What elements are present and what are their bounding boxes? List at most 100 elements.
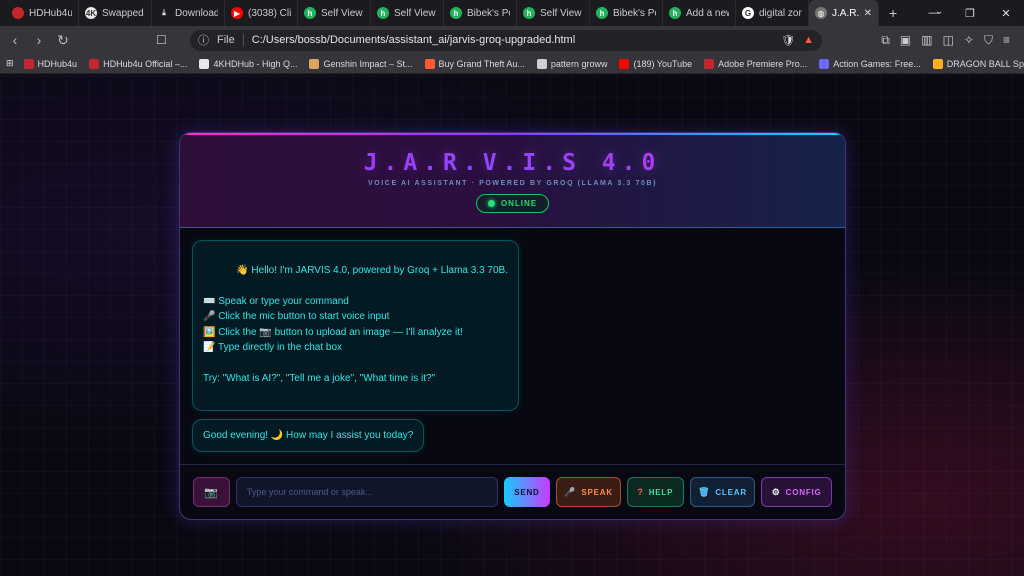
- bookmark-list: HDHub4u HDHub4u Official –... 4KHDHub - Hi…: [23, 58, 1024, 69]
- gear-icon: ⚙: [771, 486, 781, 497]
- welcome-line: ⌨️ Speak or type your command: [203, 295, 349, 307]
- tab-label: Self View: [321, 7, 363, 19]
- bookmark-favicon-icon: [704, 58, 715, 69]
- vpn-icon[interactable]: ⛉: [984, 33, 993, 48]
- bookmark-favicon-icon: [619, 58, 630, 69]
- status-dot-icon: [487, 200, 495, 207]
- address-bar[interactable]: ⓘ File C:/Users/bossb/Documents/assistan…: [190, 29, 822, 51]
- status-text: ONLINE: [500, 199, 538, 208]
- browser-tab[interactable]: ▶ (3038) Clin: [225, 0, 298, 26]
- scheme-label: File: [217, 34, 235, 46]
- assistant-message-greeting: Good evening! 🌙 How may I assist you tod…: [192, 419, 425, 452]
- app-title: J.A.R.V.I.S 4.0: [180, 133, 845, 176]
- bookmark-item[interactable]: (189) YouTube: [619, 58, 693, 69]
- jarvis-panel: J.A.R.V.I.S 4.0 VOICE AI ASSISTANT · POW…: [179, 132, 846, 520]
- panel-header: J.A.R.V.I.S 4.0 VOICE AI ASSISTANT · POW…: [180, 133, 845, 228]
- bookmark-label: (189) YouTube: [633, 58, 693, 69]
- info-icon[interactable]: ⓘ: [198, 32, 209, 48]
- tab-label: J.A.R.V: [832, 7, 859, 19]
- sidebar-icon[interactable]: ▥: [921, 33, 932, 48]
- bookmark-item[interactable]: Buy Grand Theft Au...: [424, 58, 525, 69]
- bookmark-star-icon[interactable]: ☐: [156, 33, 167, 47]
- command-input[interactable]: [235, 477, 498, 507]
- bookmark-item[interactable]: DRAGON BALL Spar...: [932, 58, 1024, 69]
- leo-ai-icon[interactable]: ✧: [964, 33, 974, 48]
- brave-rewards-icon[interactable]: ▲: [803, 34, 814, 46]
- bookmark-item[interactable]: HDHub4u Official –...: [89, 58, 188, 69]
- tab-favicon-icon: ⤓: [158, 7, 170, 19]
- tab-close-icon[interactable]: ✕: [864, 8, 872, 19]
- browser-tab[interactable]: h Bibek's Port: [444, 0, 517, 26]
- input-bar: 📷 SEND 🎤 SPEAK ? HELP 🗑 CLEAR ⚙ CONFIG: [180, 464, 845, 519]
- browser-tab[interactable]: h Add a new: [663, 0, 736, 26]
- speak-button[interactable]: 🎤 SPEAK: [556, 477, 621, 507]
- browser-tab[interactable]: 4K Swapped (2: [79, 0, 152, 26]
- screenshot-icon[interactable]: ▣: [900, 33, 911, 48]
- browser-tab[interactable]: HDHub4u (: [6, 0, 79, 26]
- bookmark-favicon-icon: [424, 58, 435, 69]
- brave-shield-icon[interactable]: 🛡: [781, 34, 795, 47]
- bookmark-item[interactable]: HDHub4u: [23, 58, 77, 69]
- bookmark-item[interactable]: 4KHDHub - High Q...: [199, 58, 298, 69]
- clear-label: CLEAR: [715, 487, 747, 497]
- browser-tab[interactable]: h Self View: [298, 0, 371, 26]
- welcome-line: 📝 Type directly in the chat box: [203, 342, 343, 353]
- reload-icon[interactable]: ↻: [54, 32, 72, 49]
- bookmark-favicon-icon: [819, 58, 830, 69]
- bookmark-label: DRAGON BALL Spar...: [946, 58, 1024, 69]
- app-subtitle: VOICE AI ASSISTANT · POWERED BY GROQ (LL…: [367, 180, 658, 187]
- browser-tab[interactable]: h Self View: [517, 0, 590, 26]
- bookmark-item[interactable]: Action Games: Free...: [819, 58, 921, 69]
- bookmark-item[interactable]: pattern groww: [536, 58, 608, 69]
- tab-active[interactable]: ◍ J.A.R.V ✕: [809, 0, 879, 26]
- minimize-button[interactable]: —: [916, 7, 952, 19]
- bookmark-item[interactable]: Genshin Impact – St...: [309, 58, 413, 69]
- back-icon[interactable]: ‹: [6, 32, 24, 48]
- tab-label: Bibek's Por: [613, 7, 656, 19]
- welcome-greeting: 👋 Hello! I'm JARVIS 4.0, powered by Groq…: [236, 265, 508, 276]
- window-controls: — ❐ ✕: [916, 0, 1024, 26]
- extensions-icon[interactable]: ⧉: [881, 33, 890, 48]
- tab-strip: HDHub4u (4K Swapped (2 ⤓ Downloads ▶ (3038) C…: [6, 0, 809, 26]
- assistant-message-welcome: 👋 Hello! I'm JARVIS 4.0, powered by Groq…: [192, 240, 519, 411]
- tab-label: Downloads: [175, 7, 218, 19]
- chat-area[interactable]: 👋 Hello! I'm JARVIS 4.0, powered by Groq…: [180, 228, 845, 466]
- url-text[interactable]: C:/Users/bossb/Documents/assistant_ai/ja…: [252, 34, 575, 46]
- bookmark-label: pattern groww: [550, 58, 608, 69]
- browser-tab[interactable]: ⤓ Downloads: [152, 0, 225, 26]
- page-viewport: J.A.R.V.I.S 4.0 VOICE AI ASSISTANT · POW…: [0, 75, 1024, 576]
- clear-button[interactable]: 🗑 CLEAR: [689, 477, 756, 507]
- apps-icon[interactable]: ⊞: [6, 58, 14, 69]
- tab-favicon-icon: h: [450, 7, 462, 19]
- tab-label: Bibek's Port: [467, 7, 510, 19]
- new-tab-button[interactable]: +: [879, 5, 907, 21]
- browser-tab[interactable]: h Self View: [371, 0, 444, 26]
- tab-label: Self View: [540, 7, 582, 19]
- tab-label: Self View: [394, 7, 436, 19]
- url-divider: [242, 34, 244, 46]
- tab-favicon-icon: h: [377, 7, 389, 19]
- close-window-button[interactable]: ✕: [988, 7, 1024, 20]
- image-upload-button[interactable]: 📷: [193, 477, 230, 507]
- question-icon: ?: [637, 487, 644, 497]
- bookmark-favicon-icon: [23, 58, 34, 69]
- wallet-icon[interactable]: ◫: [943, 33, 954, 48]
- welcome-line: 🎤 Click the mic button to start voice in…: [203, 311, 390, 322]
- send-button[interactable]: SEND: [503, 477, 551, 507]
- tab-favicon-icon: h: [596, 7, 608, 19]
- bookmark-item[interactable]: Adobe Premiere Pro...: [704, 58, 807, 69]
- browser-tab[interactable]: h Bibek's Por: [590, 0, 663, 26]
- bookmark-label: Buy Grand Theft Au...: [438, 58, 525, 69]
- help-button[interactable]: ? HELP: [626, 477, 684, 507]
- bookmark-label: 4KHDHub - High Q...: [213, 58, 298, 69]
- welcome-try-hint: Try: "What is AI?", "Tell me a joke", "W…: [203, 372, 436, 384]
- bookmark-label: HDHub4u Official –...: [103, 58, 188, 69]
- forward-icon[interactable]: ›: [30, 32, 48, 48]
- browser-tab[interactable]: Gdigital zone: [736, 0, 809, 26]
- menu-icon[interactable]: ≡: [1003, 33, 1010, 48]
- config-button[interactable]: ⚙ CONFIG: [761, 477, 832, 507]
- welcome-line: 🖼️ Click the 📷 button to upload an image…: [203, 326, 463, 338]
- toolbar-actions: ⧉ ▣ ▥ ◫ ✧ ⛉ ≡: [881, 33, 1018, 48]
- maximize-button[interactable]: ❐: [952, 7, 988, 20]
- tab-label: Swapped (2: [102, 7, 145, 19]
